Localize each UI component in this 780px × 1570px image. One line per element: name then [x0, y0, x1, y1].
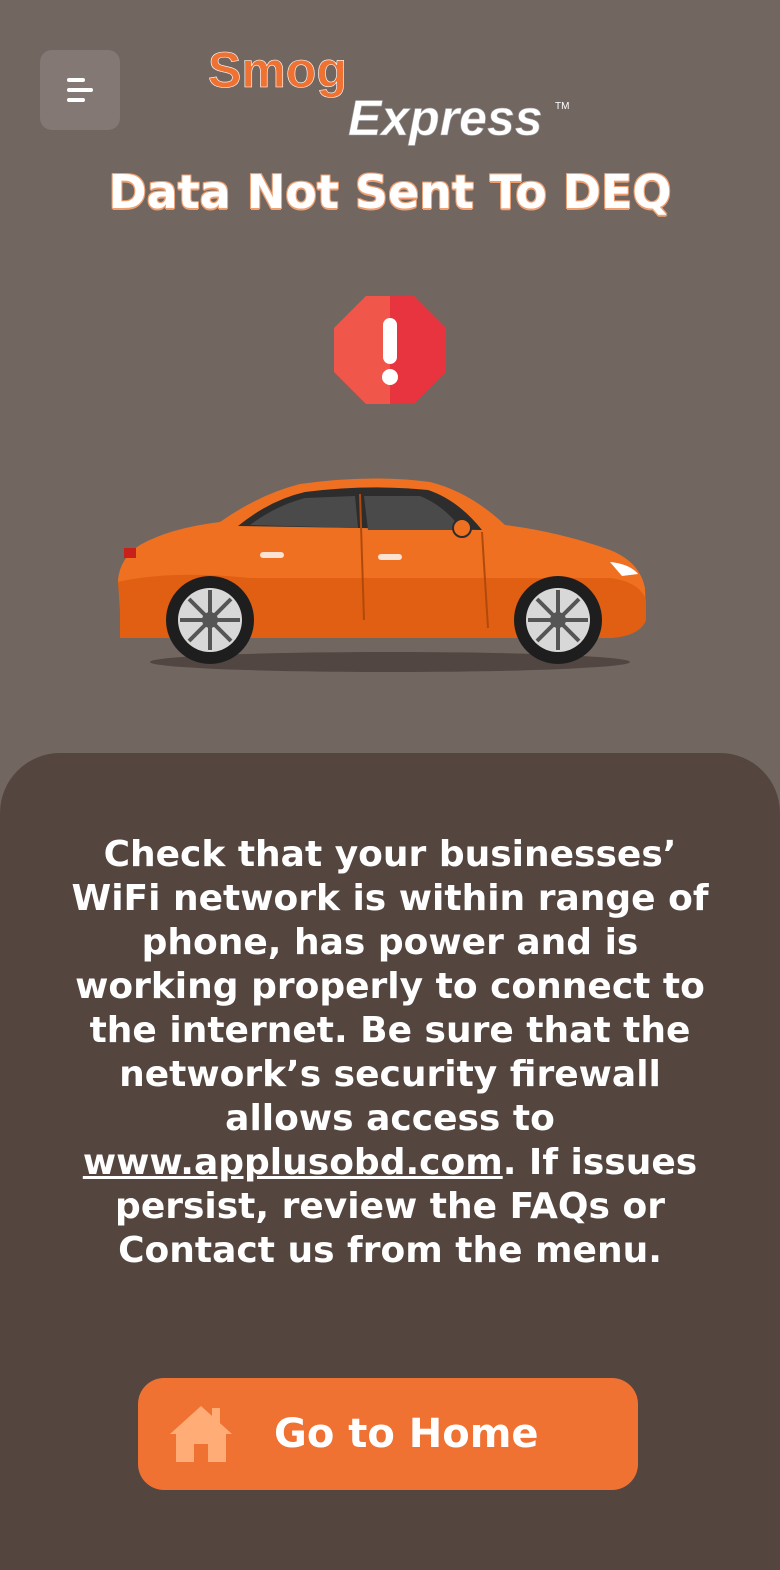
alert-octagon-icon — [334, 296, 446, 404]
home-icon — [170, 1406, 232, 1462]
applusobd-link[interactable]: www.applusobd.com — [83, 1142, 503, 1183]
svg-text:Express: Express — [348, 90, 543, 146]
go-to-home-label: Go to Home — [274, 1411, 539, 1457]
svg-text:TM: TM — [555, 101, 569, 112]
orange-sedan-car — [118, 478, 646, 672]
hamburger-menu-icon — [67, 78, 93, 102]
menu-button[interactable] — [40, 50, 120, 130]
go-to-home-button[interactable]: Go to Home — [138, 1378, 638, 1490]
page-title: Data Not Sent To DEQ — [108, 165, 672, 219]
message-text-part1: Check that your businesses’ WiFi network… — [71, 834, 709, 1139]
smog-express-logo: Smog Express TM — [208, 45, 570, 146]
svg-text:Smog: Smog — [208, 45, 347, 98]
troubleshooting-message: Check that your businesses’ WiFi network… — [65, 833, 715, 1273]
